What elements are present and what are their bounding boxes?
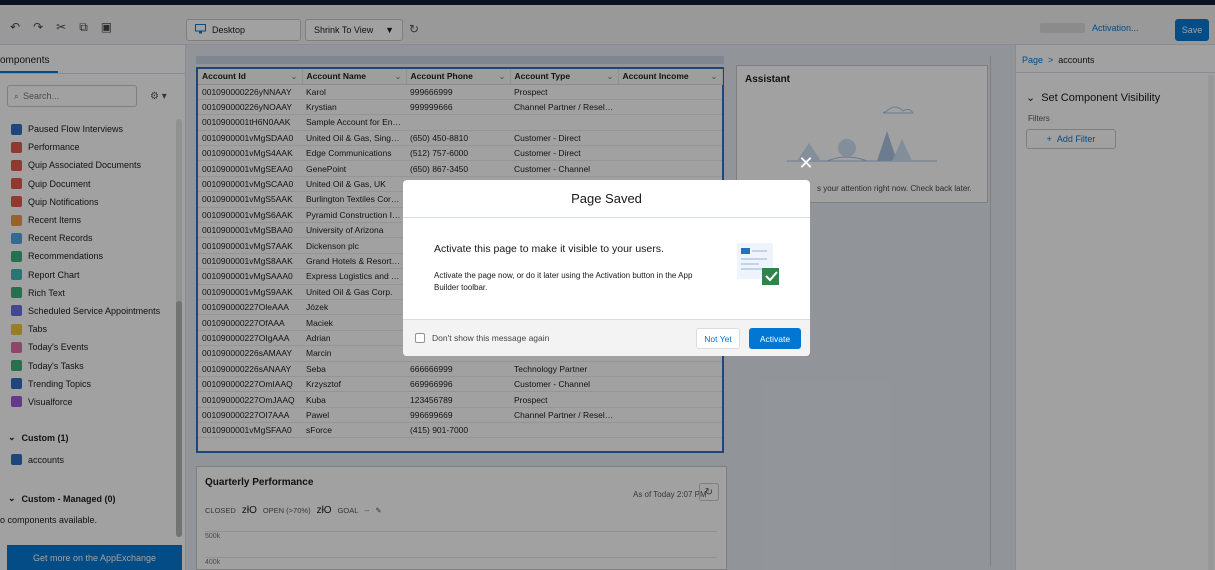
page-saved-modal: Page Saved Activate this page to make it… [403,180,810,356]
modal-title: Page Saved [403,180,810,218]
checkbox-box[interactable] [415,333,425,343]
not-yet-button[interactable]: Not Yet [696,328,740,349]
activated-page-icon [735,241,781,289]
close-icon[interactable]: ✕ [797,154,815,172]
activate-button[interactable]: Activate [749,328,801,349]
checkbox-label: Don't show this message again [432,333,550,343]
modal-heading: Activate this page to make it visible to… [434,243,664,255]
dont-show-again-checkbox[interactable]: Don't show this message again [415,333,549,343]
modal-body: Activate this page to make it visible to… [403,218,810,319]
modal-description: Activate the page now, or do it later us… [434,271,693,292]
modal-footer: Don't show this message again Not Yet Ac… [403,319,810,356]
